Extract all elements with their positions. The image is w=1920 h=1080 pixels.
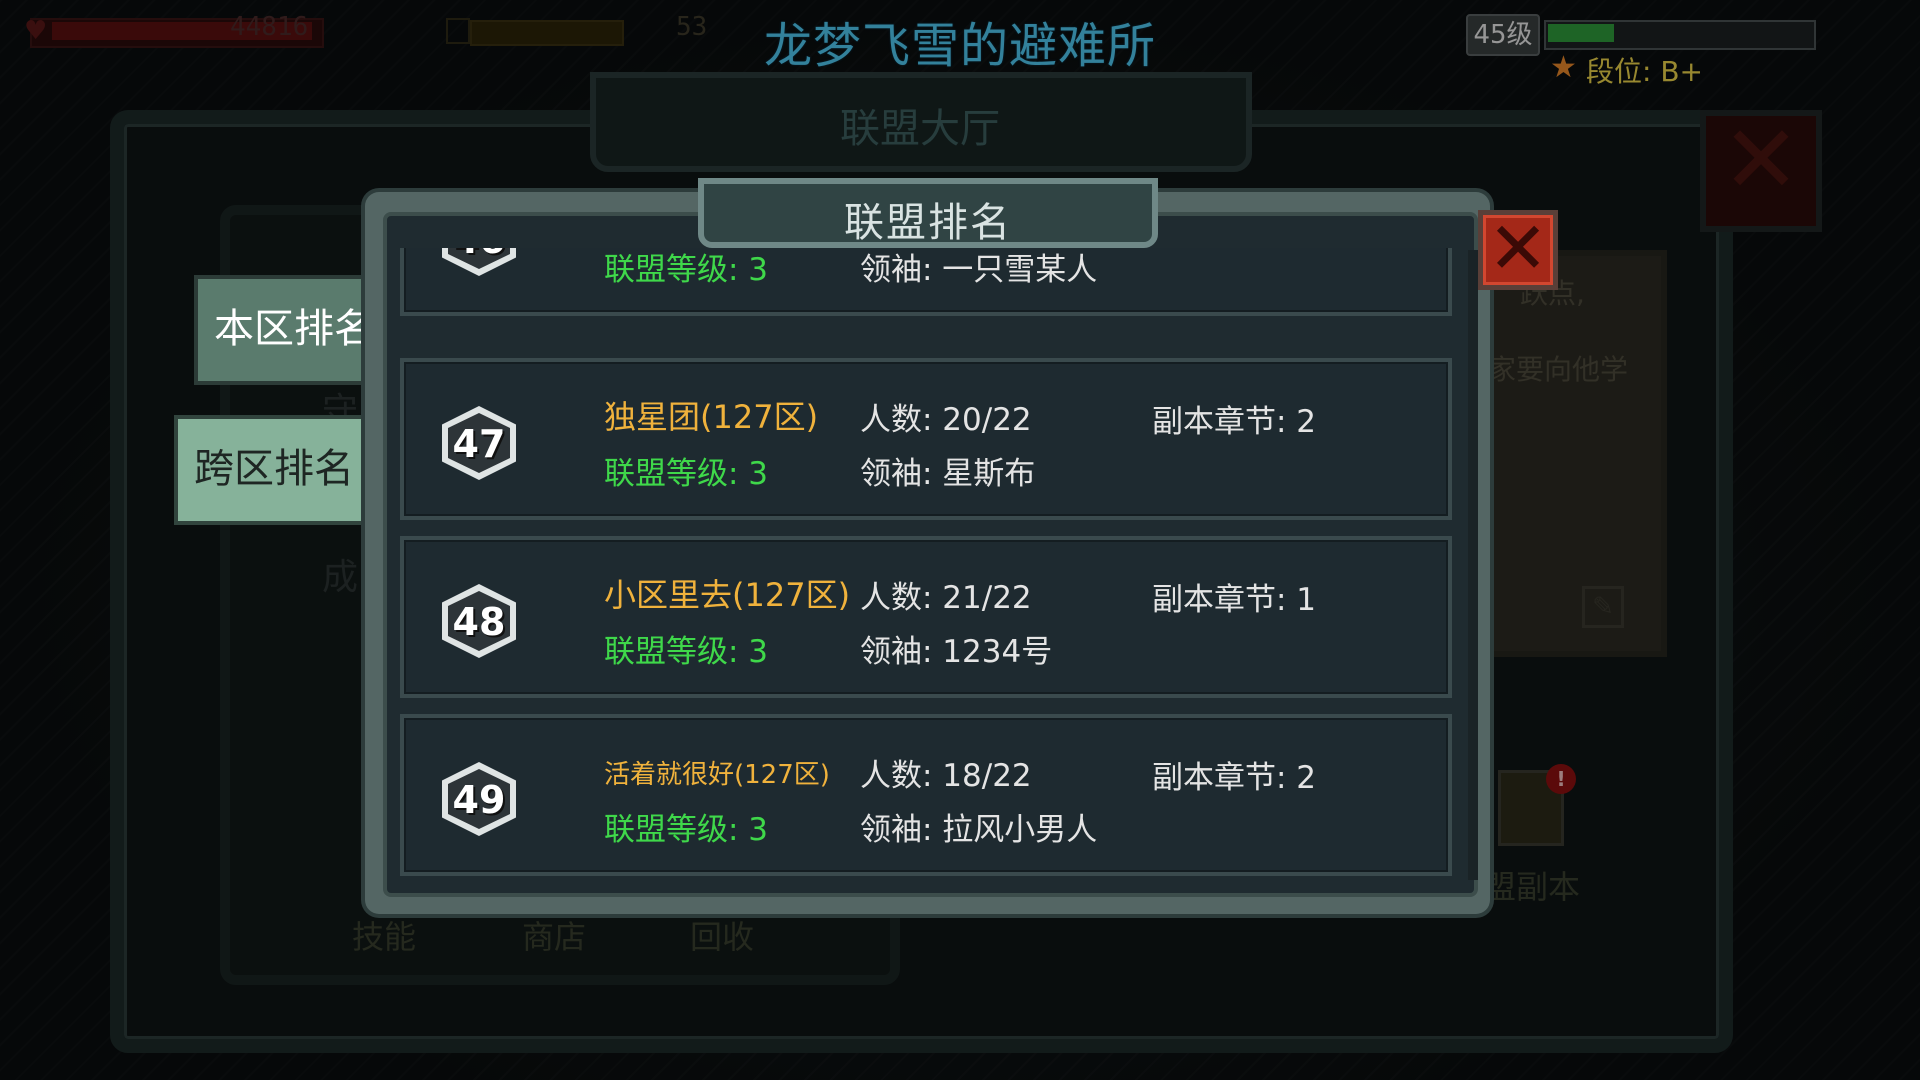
ranking-row[interactable]: 49 活着就很好(127区) 人数: 18/22 副本章节: 2 联盟等级: 3… — [400, 714, 1452, 876]
alliance-level: 联盟等级: 3 — [604, 812, 769, 848]
rank-number: 46 — [442, 248, 516, 262]
rank-number: 47 — [452, 422, 506, 466]
ranking-list[interactable]: 46 联盟等级: 3 领袖: 一只雪某人 47 独星团(127区) 人数: 20… — [400, 248, 1460, 882]
ranking-row[interactable]: 48 小区里去(127区) 人数: 21/22 副本章节: 1 联盟等级: 3 … — [400, 536, 1452, 698]
alliance-name: 活着就很好(127区) — [604, 760, 830, 790]
alliance-level: 联盟等级: 3 — [604, 456, 769, 492]
list-scrollbar[interactable] — [1468, 250, 1478, 880]
rank-number: 48 — [452, 600, 506, 644]
tab-local-ranking[interactable]: 本区排名 — [194, 275, 394, 385]
alliance-level: 联盟等级: 3 — [604, 252, 769, 288]
alliance-leader: 领袖: 1234号 — [860, 634, 1053, 670]
alliance-level: 联盟等级: 3 — [604, 634, 769, 670]
ranking-row[interactable]: 47 独星团(127区) 人数: 20/22 副本章节: 2 联盟等级: 3 领… — [400, 358, 1452, 520]
ranking-row[interactable]: 46 联盟等级: 3 领袖: 一只雪某人 — [400, 248, 1452, 316]
alliance-leader: 领袖: 拉风小男人 — [860, 812, 1098, 848]
dungeon-chapter: 副本章节: 1 — [1152, 582, 1317, 618]
member-count: 人数: 18/22 — [860, 758, 1032, 794]
alliance-leader: 领袖: 星斯布 — [860, 456, 1036, 492]
alliance-name: 小区里去(127区) — [604, 576, 851, 614]
close-x-icon: ✕ — [1487, 206, 1549, 290]
alliance-name: 独星团(127区) — [604, 398, 819, 436]
alliance-leader: 领袖: 一只雪某人 — [860, 252, 1098, 288]
rank-number: 49 — [452, 778, 506, 822]
tab-cross-ranking[interactable]: 跨区排名 — [174, 415, 374, 525]
member-count: 人数: 20/22 — [860, 402, 1032, 438]
dungeon-chapter: 副本章节: 2 — [1152, 760, 1317, 796]
dungeon-chapter: 副本章节: 2 — [1152, 404, 1317, 440]
dialog-title: 联盟排名 — [844, 200, 1012, 246]
member-count: 人数: 21/22 — [860, 580, 1032, 616]
